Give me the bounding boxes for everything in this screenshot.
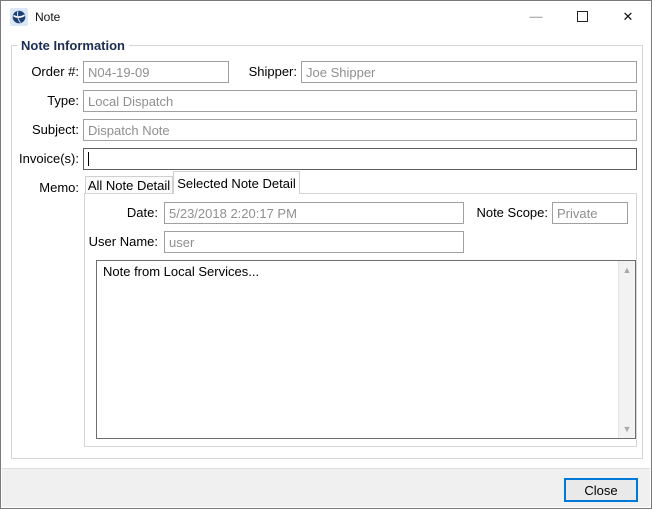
scroll-down-icon[interactable]: ▼ bbox=[619, 421, 635, 437]
order-input[interactable] bbox=[83, 61, 229, 83]
group-title: Note Information bbox=[17, 38, 129, 53]
text-caret bbox=[88, 152, 89, 166]
note-scope-label: Note Scope: bbox=[471, 202, 548, 224]
dialog-footer bbox=[2, 468, 650, 507]
title-bar: Note — ✕ bbox=[1, 1, 651, 32]
app-globe-icon bbox=[10, 8, 28, 26]
invoices-input[interactable] bbox=[83, 148, 637, 170]
minimize-button[interactable]: — bbox=[513, 1, 559, 32]
order-label: Order #: bbox=[1, 61, 79, 83]
note-dialog: Note — ✕ Note Information Order #: Shipp… bbox=[0, 0, 652, 509]
scroll-up-icon[interactable]: ▲ bbox=[619, 262, 635, 278]
subject-input[interactable] bbox=[83, 119, 637, 141]
maximize-icon bbox=[577, 11, 588, 22]
memo-label: Memo: bbox=[1, 177, 79, 199]
memo-scrollbar[interactable]: ▲ ▼ bbox=[618, 261, 635, 438]
user-name-input[interactable] bbox=[164, 231, 464, 253]
date-label: Date: bbox=[84, 202, 158, 224]
date-input[interactable] bbox=[164, 202, 464, 224]
shipper-input[interactable] bbox=[301, 61, 637, 83]
tab-selected-note-detail[interactable]: Selected Note Detail bbox=[173, 171, 300, 194]
memo-textarea[interactable]: Note from Local Services... bbox=[97, 261, 618, 438]
close-window-button[interactable]: ✕ bbox=[605, 1, 651, 32]
invoices-label: Invoice(s): bbox=[1, 148, 79, 170]
memo-textarea-frame: Note from Local Services... ▲ ▼ bbox=[96, 260, 636, 439]
shipper-label: Shipper: bbox=[241, 61, 297, 83]
subject-label: Subject: bbox=[1, 119, 79, 141]
tab-all-note-detail[interactable]: All Note Detail bbox=[85, 176, 173, 193]
window-title: Note bbox=[35, 10, 60, 24]
close-button[interactable]: Close bbox=[564, 478, 638, 502]
type-input[interactable] bbox=[83, 90, 637, 112]
maximize-button[interactable] bbox=[559, 1, 605, 32]
note-scope-input[interactable] bbox=[552, 202, 628, 224]
type-label: Type: bbox=[1, 90, 79, 112]
user-name-label: User Name: bbox=[84, 231, 158, 253]
